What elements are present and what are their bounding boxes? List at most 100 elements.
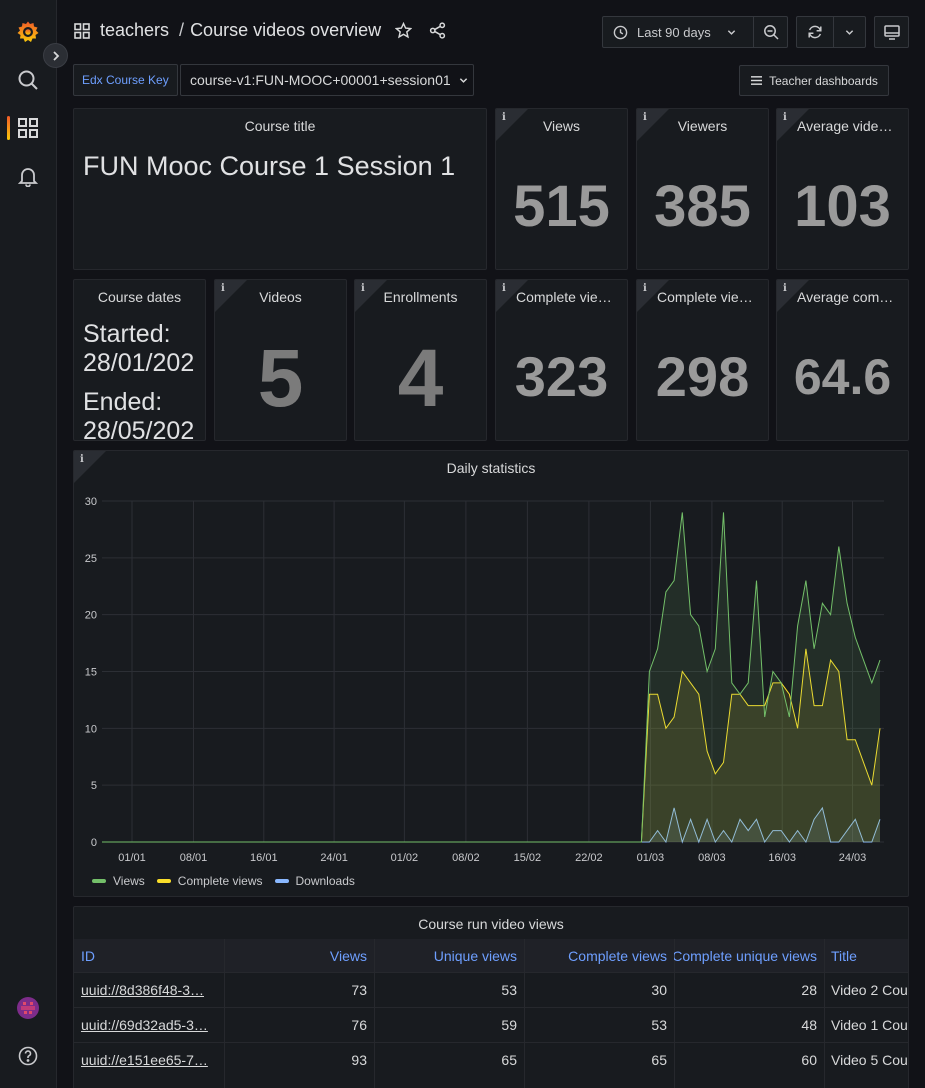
breadcrumb-folder[interactable]: teachers — [100, 20, 169, 41]
y-tick-label: 5 — [91, 780, 97, 792]
breadcrumb: teachers / Course videos overview — [74, 20, 446, 41]
y-tick-label: 30 — [85, 496, 97, 508]
video-id-link[interactable]: uuid://e151ee65-7… — [81, 1052, 208, 1068]
table-cell: 65 — [374, 1042, 524, 1077]
table-cell-value: Video 2 Course 1 — [831, 982, 908, 998]
started-label: Started: — [83, 320, 171, 348]
daily-statistics-chart[interactable]: 0 5 10 15 20 25 30 01/01 08/01 16/01 24/01 01/02 08/… — [74, 451, 908, 871]
column-header[interactable]: Title — [824, 939, 908, 972]
course-key-select[interactable]: course-v1:FUN-MOOC+00001+session01 — [180, 64, 474, 96]
legend-item[interactable]: Views — [92, 874, 145, 888]
bell-icon[interactable] — [16, 164, 40, 188]
stat-value: 64.6 — [793, 349, 892, 405]
average-views-panel: i Average vide… 103 — [776, 108, 909, 270]
average-complete-panel: i Average com… 64.6 — [776, 279, 909, 441]
help-icon[interactable] — [16, 1044, 40, 1068]
dashboards-grid-icon[interactable] — [16, 116, 40, 140]
table-cell-value: 93 — [351, 1052, 367, 1068]
chevron-down-icon — [845, 29, 854, 35]
star-icon[interactable] — [395, 22, 413, 39]
panel-title[interactable]: Viewers — [637, 118, 768, 134]
table-cell-value: 53 — [651, 1017, 667, 1033]
table-cell: 60 — [674, 1042, 824, 1077]
avatar[interactable] — [16, 996, 40, 1020]
legend-label: Complete views — [177, 874, 263, 888]
panel-title[interactable]: Views — [496, 118, 627, 134]
table-cell-value: Video 1 Course 1 — [831, 1017, 908, 1033]
stat-value: 515 — [513, 174, 610, 239]
video-id-link[interactable]: uuid://69d32ad5-3… — [81, 1017, 208, 1033]
kiosk-mode-button[interactable] — [874, 16, 909, 48]
search-icon[interactable] — [16, 68, 40, 92]
column-header[interactable]: Views — [224, 939, 374, 972]
x-tick-label: 08/03 — [698, 852, 726, 864]
x-tick-label: 01/01 — [118, 852, 146, 864]
panel-title[interactable]: Videos — [215, 289, 346, 305]
y-tick-label: 25 — [85, 553, 97, 565]
complete-views-panel: i Complete vie… 323 — [495, 279, 628, 441]
table-cell: Video 5 Course 1 — [824, 1042, 908, 1077]
table-cell-value: Video 5 Course 1 — [831, 1052, 908, 1068]
table-cell: 53 — [374, 972, 524, 1007]
variable-label: Edx Course Key — [73, 64, 178, 96]
table-cell: Video 1 Course 1 — [824, 1007, 908, 1042]
time-range-button[interactable]: Last 90 days — [603, 17, 753, 47]
table-cell-value: 59 — [501, 1017, 517, 1033]
course-key-value: course-v1:FUN-MOOC+00001+session01 — [190, 72, 451, 88]
panel-title[interactable]: Average vide… — [777, 118, 908, 134]
teacher-dashboards-label: Teacher dashboards — [769, 73, 878, 88]
clock-icon — [613, 25, 628, 39]
column-header[interactable]: ID — [74, 939, 224, 972]
zoom-out-icon — [763, 25, 779, 40]
grafana-logo-icon[interactable] — [16, 20, 40, 44]
column-header[interactable]: Complete unique views — [674, 939, 824, 972]
viewers-panel: i Viewers 385 — [636, 108, 769, 270]
table-cell-value: 60 — [801, 1052, 817, 1068]
daily-statistics-panel: i Daily statistics 0 5 10 15 20 25 30 01/01 08/0… — [73, 450, 909, 897]
table-cell: 65 — [524, 1042, 674, 1077]
videos-panel: i Videos 5 — [214, 279, 347, 441]
refresh-interval-button[interactable] — [833, 17, 865, 47]
table-cell-value: 28 — [801, 982, 817, 998]
zoom-out-button[interactable] — [753, 17, 787, 47]
column-header[interactable]: Unique views — [374, 939, 524, 972]
chevron-right-icon — [52, 50, 59, 61]
teacher-dashboards-link[interactable]: Teacher dashboards — [739, 65, 889, 96]
legend-item[interactable]: Downloads — [274, 874, 355, 888]
table-cell: uuid://e151ee65-7… — [74, 1042, 224, 1077]
sidebar-expand-button[interactable] — [43, 43, 68, 68]
panel-title[interactable]: Course dates — [74, 289, 205, 305]
x-tick-label: 24/03 — [839, 852, 867, 864]
x-tick-label: 22/02 — [575, 852, 603, 864]
panel-title[interactable]: Course run video views — [74, 916, 908, 932]
top-nav: teachers / Course videos overview Last 9… — [57, 0, 925, 64]
monitor-icon — [883, 24, 900, 40]
page-title[interactable]: Course videos overview — [190, 20, 381, 41]
table-cell-value: 65 — [501, 1052, 517, 1068]
table-cell: 48 — [674, 1007, 824, 1042]
ended-label: Ended: — [83, 388, 163, 416]
stat-value: 298 — [655, 345, 750, 408]
legend-item[interactable]: Complete views — [156, 874, 263, 888]
panel-title[interactable]: Complete vie… — [637, 289, 768, 305]
stat-value: 5 — [257, 333, 304, 424]
active-indicator — [7, 116, 10, 140]
series-area-views — [102, 512, 880, 842]
time-range-label: Last 90 days — [637, 24, 711, 40]
x-tick-label: 16/01 — [250, 852, 278, 864]
panel-title[interactable]: Complete vie… — [496, 289, 627, 305]
time-range-picker[interactable]: Last 90 days — [602, 16, 788, 48]
panel-title[interactable]: Average com… — [777, 289, 908, 305]
x-tick-label: 08/01 — [180, 852, 208, 864]
table-cell-value: 30 — [651, 982, 667, 998]
refresh-picker[interactable] — [796, 16, 866, 48]
video-id-link[interactable]: uuid://8d386f48-3… — [81, 982, 204, 998]
share-icon[interactable] — [429, 22, 446, 39]
panel-title[interactable]: Course title — [74, 118, 486, 134]
stat-value: 4 — [397, 333, 444, 424]
refresh-button[interactable] — [797, 17, 833, 47]
panel-title[interactable]: Enrollments — [355, 289, 486, 305]
table-cell: uuid://69d32ad5-3… — [74, 1007, 224, 1042]
column-header[interactable]: Complete views — [524, 939, 674, 972]
chevron-down-icon — [727, 29, 735, 35]
